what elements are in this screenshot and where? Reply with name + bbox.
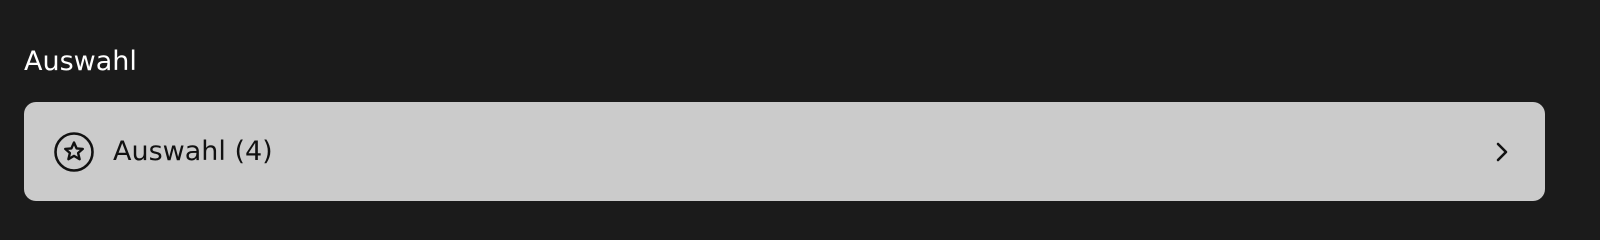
selection-row-button[interactable]: Auswahl (4) [24,102,1545,201]
section-title: Auswahl [24,46,137,77]
selection-row-label: Auswahl (4) [113,136,273,167]
star-circle-icon [53,131,95,173]
chevron-right-icon [1493,140,1511,164]
